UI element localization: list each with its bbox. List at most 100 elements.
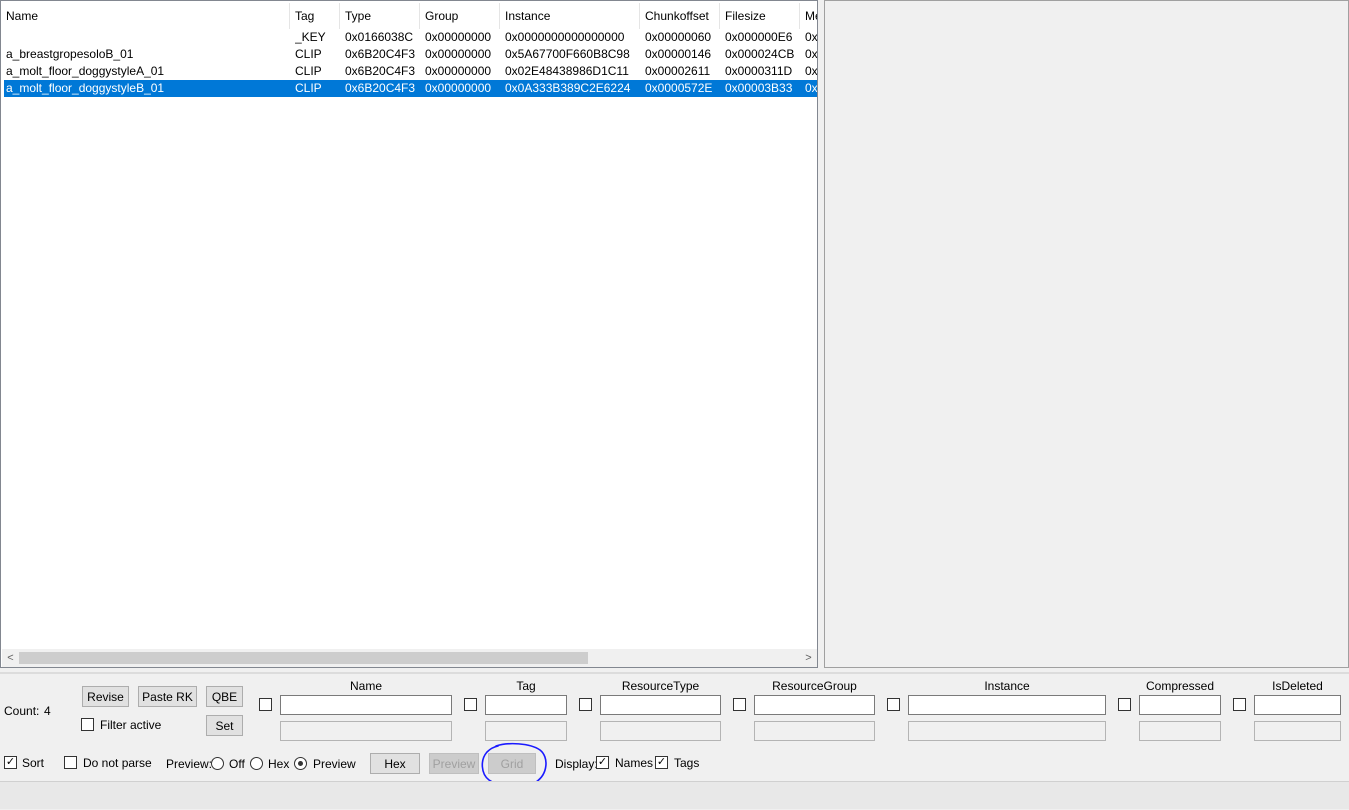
preview-preview-radio[interactable] <box>294 757 307 770</box>
filter-active-label: Filter active <box>100 718 162 732</box>
cell-instance: 0x0000000000000000 <box>505 30 625 44</box>
filter-tag-checkbox[interactable] <box>464 698 477 711</box>
column-header-instance[interactable]: Instance <box>500 3 640 29</box>
cell-chunkoffset: 0x0000572E <box>645 81 713 95</box>
paste-rk-button[interactable]: Paste RK <box>138 686 197 707</box>
preview-off-label: Off <box>229 757 245 771</box>
filter-instance-input[interactable] <box>908 695 1106 715</box>
display-names-checkbox[interactable]: ✓ <box>596 756 609 769</box>
do-not-parse-checkbox[interactable] <box>64 756 77 769</box>
preview-hex-label: Hex <box>268 757 290 771</box>
filter-resource-type-input[interactable] <box>600 695 721 715</box>
cell-filesize: 0x00003B33 <box>725 81 793 95</box>
scroll-left-icon[interactable]: < <box>2 649 19 667</box>
filter-compressed-checkbox[interactable] <box>1118 698 1131 711</box>
revise-button[interactable]: Revise <box>82 686 129 707</box>
cell-type: 0x6B20C4F3 <box>345 81 416 95</box>
display-tags-checkbox[interactable]: ✓ <box>655 756 668 769</box>
horizontal-splitter[interactable] <box>0 672 1349 674</box>
filter-header-instance: Instance <box>984 679 1030 693</box>
display-label: Display: <box>555 757 598 771</box>
cell-chunkoffset: 0x00002611 <box>645 64 711 78</box>
sort-checkbox[interactable]: ✓ <box>4 756 17 769</box>
filter-header-is-deleted: IsDeleted <box>1272 679 1323 693</box>
set-button[interactable]: Set <box>206 715 243 736</box>
filter-resource-type-checkbox[interactable] <box>579 698 592 711</box>
horizontal-scrollbar[interactable]: < > <box>2 649 817 667</box>
scroll-right-icon[interactable]: > <box>800 649 817 667</box>
scroll-thumb[interactable] <box>19 652 588 664</box>
column-header-type[interactable]: Type <box>340 3 420 29</box>
radio-selected-dot <box>298 761 303 766</box>
count-value: 4 <box>44 704 51 718</box>
filter-name-input[interactable] <box>280 695 452 715</box>
list-header: Name Tag Type Group Instance Chunkoffset… <box>1 3 817 29</box>
check-icon: ✓ <box>656 756 667 768</box>
column-header-name[interactable]: Name <box>1 3 290 29</box>
qbe-button[interactable]: QBE <box>206 686 243 707</box>
cell-filesize: 0x000024CB <box>725 47 795 61</box>
table-row[interactable]: a_molt_floor_doggystyleA_01 CLIP 0x6B20C… <box>4 63 817 80</box>
column-header-tag[interactable]: Tag <box>290 3 340 29</box>
display-names-label: Names <box>615 756 654 770</box>
cell-name <box>6 29 291 46</box>
cell-group: 0x00000000 <box>425 30 492 44</box>
filter-header-tag: Tag <box>516 679 536 693</box>
filter-header-compressed: Compressed <box>1145 679 1215 693</box>
filter-is-deleted-value <box>1254 721 1341 741</box>
column-header-filesize[interactable]: Filesize <box>720 3 800 29</box>
filter-active-checkbox[interactable] <box>81 718 94 731</box>
column-header-group[interactable]: Group <box>420 3 500 29</box>
status-bar <box>0 781 1349 809</box>
filter-name-value <box>280 721 452 741</box>
cell-more: 0x <box>805 30 817 44</box>
preview-hex-radio[interactable] <box>250 757 263 770</box>
preview-preview-label: Preview <box>313 757 356 771</box>
filter-header-name: Name <box>349 679 382 693</box>
cell-group: 0x00000000 <box>425 47 492 61</box>
table-row[interactable]: a_breastgropesoloB_01 CLIP 0x6B20C4F3 0x… <box>4 46 817 63</box>
table-row[interactable]: _KEY 0x0166038C 0x00000000 0x00000000000… <box>4 29 817 46</box>
cell-tag: _KEY <box>295 30 326 44</box>
filter-resource-group-input[interactable] <box>754 695 875 715</box>
cell-more: 0x <box>805 64 817 78</box>
filter-is-deleted-checkbox[interactable] <box>1233 698 1246 711</box>
preview-off-radio[interactable] <box>211 757 224 770</box>
cell-tag: CLIP <box>295 64 322 78</box>
sort-label: Sort <box>22 756 45 770</box>
cell-name: a_breastgropesoloB_01 <box>6 47 134 61</box>
hex-button[interactable]: Hex <box>370 753 420 774</box>
column-header-chunkoffset[interactable]: Chunkoffset <box>640 3 720 29</box>
column-header-more[interactable]: Me <box>800 3 817 29</box>
check-icon: ✓ <box>5 756 16 768</box>
cell-group: 0x00000000 <box>425 64 492 78</box>
check-icon: ✓ <box>597 756 608 768</box>
filter-resource-group-value <box>754 721 875 741</box>
filter-instance-checkbox[interactable] <box>887 698 900 711</box>
cell-tag: CLIP <box>295 81 322 95</box>
cell-name: a_molt_floor_doggystyleB_01 <box>6 81 165 95</box>
filter-compressed-input[interactable] <box>1139 695 1221 715</box>
cell-type: 0x6B20C4F3 <box>345 64 416 78</box>
filter-header-resource-type: ResourceType <box>621 679 700 693</box>
count-label: Count: <box>4 704 40 718</box>
filter-tag-input[interactable] <box>485 695 567 715</box>
preview-pane <box>824 0 1349 668</box>
cell-more: 0x <box>805 47 817 61</box>
cell-filesize: 0x000000E6 <box>725 30 793 44</box>
cell-type: 0x6B20C4F3 <box>345 47 416 61</box>
resource-list[interactable]: Name Tag Type Group Instance Chunkoffset… <box>0 0 818 668</box>
cell-chunkoffset: 0x00000146 <box>645 47 712 61</box>
cell-instance: 0x02E48438986D1C11 <box>505 64 629 78</box>
cell-group: 0x00000000 <box>425 81 492 95</box>
cell-more: 0x <box>805 81 817 95</box>
filter-instance-value <box>908 721 1106 741</box>
cell-instance: 0x0A333B389C2E6224 <box>505 81 631 95</box>
cell-filesize: 0x0000311D <box>725 64 793 78</box>
table-row-selected[interactable]: a_molt_floor_doggystyleB_01 CLIP 0x6B20C… <box>4 80 817 97</box>
cell-instance: 0x5A67700F660B8C98 <box>505 47 630 61</box>
filter-is-deleted-input[interactable] <box>1254 695 1341 715</box>
filter-name-checkbox[interactable] <box>259 698 272 711</box>
cell-type: 0x0166038C <box>345 30 414 44</box>
filter-resource-group-checkbox[interactable] <box>733 698 746 711</box>
